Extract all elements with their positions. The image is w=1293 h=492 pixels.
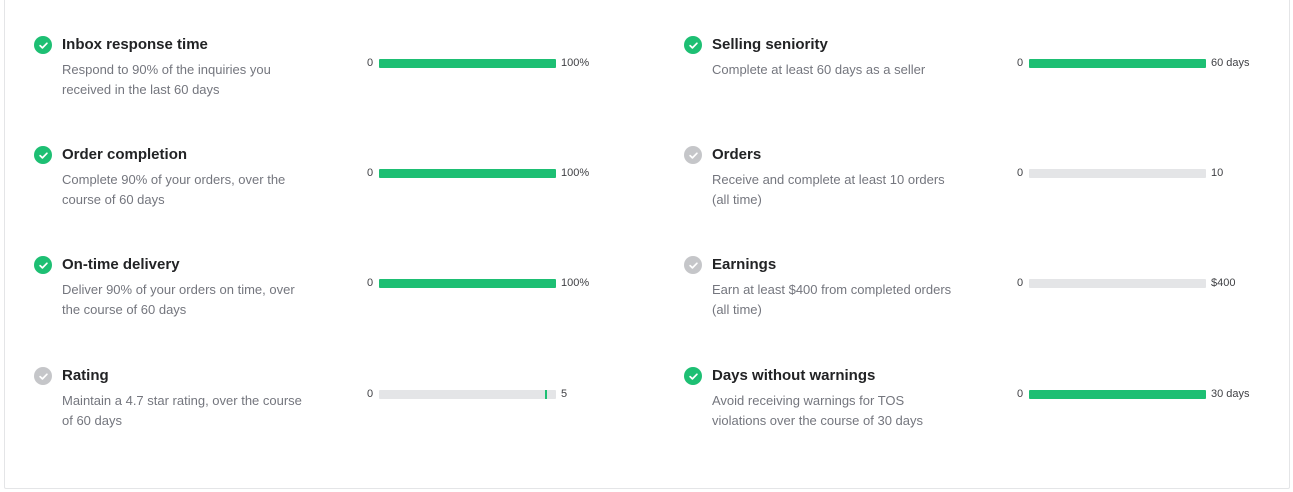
progress-fill: [379, 169, 556, 178]
progress-bar: 05: [367, 388, 607, 401]
requirement-title: Days without warnings: [712, 367, 876, 384]
requirement-earnings: Earnings Earn at least $400 from complete…: [684, 256, 1284, 336]
progress-bar: 0 $400: [1017, 277, 1257, 290]
progress-max-label: 100%: [561, 167, 590, 179]
check-circle-icon: [684, 36, 702, 54]
progress-bar: 0 100%: [367, 277, 607, 290]
progress-min-label: 0: [367, 57, 374, 69]
requirement-description: Receive and complete at least 10 orders …: [712, 172, 945, 207]
requirement-days-without-warnings: Days without warnings Avoid receiving war…: [684, 367, 1284, 447]
progress-track: [1029, 59, 1206, 68]
requirement-on-time-delivery: On-time delivery Deliver 90% of your orde…: [34, 256, 634, 336]
check-circle-icon: [34, 256, 52, 274]
requirement-description: Avoid receiving warnings for TOS violati…: [712, 393, 924, 428]
check-circle-icon: [34, 36, 52, 54]
threshold-marker: [545, 390, 548, 399]
requirement-title: Inbox response time: [62, 36, 208, 53]
progress-fill: [379, 59, 556, 68]
requirement-inbox-response-time: Inbox response time Respond to 90% of the…: [34, 36, 634, 116]
progress-max-label: $400: [1211, 277, 1236, 289]
check-circle-icon: [34, 367, 52, 385]
progress-max-label: 5: [561, 388, 568, 400]
progress-track: [1029, 169, 1206, 178]
requirements-card: Inbox response time Respond to 90% of the…: [4, 0, 1290, 489]
progress-min-label: 0: [367, 167, 374, 179]
progress-fill: [1029, 59, 1206, 68]
progress-bar: 0 10: [1017, 167, 1257, 180]
requirement-title: Orders: [712, 146, 762, 163]
progress-track: [1029, 279, 1206, 288]
requirement-description: Deliver 90% of your orders on time, over…: [62, 282, 295, 317]
progress-bar: 0 30 days: [1017, 388, 1257, 401]
requirement-title: On-time delivery: [62, 256, 180, 273]
requirement-description: Complete at least 60 days as a seller: [712, 62, 926, 77]
requirement-title: Order completion: [62, 146, 188, 163]
requirement-order-completion: Order completion Complete 90% of your ord…: [34, 146, 634, 226]
requirement-description: Respond to 90% of the inquiries you rece…: [62, 62, 271, 97]
progress-min-label: 0: [1017, 277, 1024, 289]
progress-max-label: 10: [1211, 167, 1224, 179]
requirement-title: Earnings: [712, 256, 777, 273]
requirement-description: Maintain a 4.7 star rating, over the cou…: [62, 393, 302, 428]
progress-track: [379, 390, 556, 399]
progress-track: [1029, 390, 1206, 399]
progress-fill: [1029, 390, 1206, 399]
requirement-rating: Rating Maintain a 4.7 star rating, over t…: [34, 367, 634, 447]
requirement-title: Selling seniority: [712, 36, 828, 53]
progress-track: [379, 169, 556, 178]
check-circle-icon: [684, 256, 702, 274]
progress-track: [379, 59, 556, 68]
progress-min-label: 0: [1017, 167, 1024, 179]
progress-max-label: 100%: [561, 277, 590, 289]
progress-min-label: 0: [1017, 57, 1024, 69]
check-circle-icon: [684, 367, 702, 385]
requirement-orders: Orders Receive and complete at least 10 o…: [684, 146, 1284, 226]
progress-bar: 0 100%: [367, 57, 607, 70]
progress-max-label: 30 days: [1211, 388, 1250, 400]
requirement-title: Rating: [62, 367, 109, 384]
requirement-description: Earn at least $400 from completed orders…: [712, 282, 952, 317]
progress-min-label: 0: [367, 277, 374, 289]
requirement-selling-seniority: Selling seniority Complete at least 60 da…: [684, 36, 1284, 116]
progress-min-label: 0: [1017, 388, 1024, 400]
progress-max-label: 100%: [561, 57, 590, 69]
requirement-description: Complete 90% of your orders, over the co…: [62, 172, 286, 207]
check-circle-icon: [34, 146, 52, 164]
progress-min-label: 0: [367, 388, 374, 400]
progress-track: [379, 279, 556, 288]
progress-fill: [379, 279, 556, 288]
check-circle-icon: [684, 146, 702, 164]
progress-bar: 0 100%: [367, 167, 607, 180]
progress-max-label: 60 days: [1211, 57, 1250, 69]
progress-bar: 0 60 days: [1017, 57, 1257, 70]
